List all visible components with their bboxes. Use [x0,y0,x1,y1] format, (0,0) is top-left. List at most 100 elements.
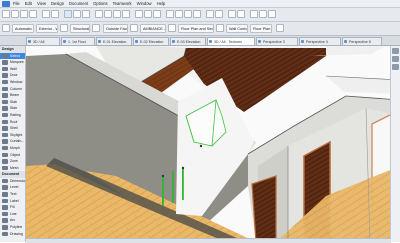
tool-object[interactable]: Object [0,152,25,159]
tool-zone[interactable]: Zone [0,158,25,165]
snap-icon[interactable] [113,10,121,18]
tool-marquee[interactable]: Marquee [0,59,25,66]
measure-icon[interactable] [237,10,245,18]
tool-curtain[interactable]: Curtain... [0,138,25,145]
tool-select[interactable]: Select [0,52,25,60]
zoom-in-icon[interactable] [166,10,174,18]
floor-plan-and-section-label[interactable]: Floor Plan and Section... [178,24,214,33]
beam-tool-icon [2,93,8,98]
trace-icon[interactable] [228,10,236,18]
geometry-method-icon[interactable] [60,24,68,32]
redo-icon[interactable] [51,10,59,18]
3d-viewport[interactable] [26,46,400,242]
layers-palette-icon[interactable] [392,56,399,62]
teamwork-icon[interactable] [215,10,223,18]
reference-line-location[interactable]: Outside Face [103,24,128,33]
tool-line[interactable]: Line [0,211,25,218]
eye-icon[interactable] [168,24,176,32]
fill-tool-icon [2,205,8,210]
tool-stair[interactable]: Stair [0,105,25,112]
tool-railing[interactable]: Railing [0,112,25,119]
pen-set-icon[interactable] [250,10,258,18]
menu-teamwork[interactable]: Teamwork [113,0,132,7]
tab-elevation-e03[interactable]: E-03 Elevation [170,37,206,45]
marquee-tool-icon[interactable] [73,10,81,18]
arrow-tool-icon[interactable] [64,10,72,18]
tab-1st-floor[interactable]: 1. 1st Floor [61,37,95,45]
tool-roof[interactable]: Roof [0,119,25,126]
undo-icon[interactable] [42,10,50,18]
tab-perspective-4[interactable]: Perspective 4 [299,37,341,45]
fit-in-window-icon[interactable] [184,10,192,18]
menu-edit[interactable]: Edit [25,0,32,7]
navigator-icon[interactable] [392,48,399,54]
tool-label: Roof [10,119,18,124]
status-bar [26,238,391,243]
menu-document[interactable]: Document [69,0,88,7]
tool-text[interactable]: Text [0,191,25,198]
save-icon[interactable] [20,10,28,18]
section-icon[interactable] [144,10,152,18]
tool-dimension[interactable]: Dimension [0,178,25,185]
floor-field[interactable]: Automatic Floor [12,24,34,33]
wall-type-field[interactable]: Exterior - Wood [36,24,58,33]
tool-wall[interactable]: Wall [0,66,25,73]
composite-icon[interactable] [130,24,138,32]
print-icon[interactable] [29,10,37,18]
menu-help[interactable]: Help [157,0,166,7]
tool-level[interactable]: Level [0,184,25,191]
tool-arc[interactable]: Arc [0,217,25,224]
model-view-icon[interactable] [259,10,267,18]
tool-mesh[interactable]: Mesh [0,165,25,172]
floor-plan-field[interactable]: Floor Plan [250,24,272,33]
zoom-out-icon[interactable] [175,10,183,18]
guide-line-icon[interactable] [122,10,130,18]
layer-field[interactable]: AMBIANCE - Wall [140,24,166,33]
render-icon[interactable] [206,10,214,18]
tab-elevation-e02[interactable]: E-02 Elevation [133,37,169,45]
tool-morph[interactable]: Morph [0,145,25,152]
tool-drawing[interactable]: Drawing [0,231,25,238]
open-file-icon[interactable] [11,10,19,18]
tab-perspective-5[interactable]: Perspective 5 [342,37,382,45]
tab-3d-all[interactable]: 3D / All [26,37,60,45]
favorites-icon[interactable] [276,24,284,32]
tool-door[interactable]: Door [0,72,25,79]
tool-window[interactable]: Window [0,79,25,86]
tool-slab[interactable]: Slab [0,99,25,106]
tab-3d-textures[interactable]: 3D / All - Textures [207,37,255,45]
tool-label[interactable]: Label [0,198,25,205]
tool-polyline[interactable]: Polyline [0,224,25,231]
curtain-tool-icon [2,139,8,144]
menu-view[interactable]: View [37,0,46,7]
marquee-tool-icon [2,60,8,65]
properties-icon[interactable] [392,64,399,70]
grid-icon[interactable] [104,10,112,18]
magic-wand-icon[interactable] [82,10,90,18]
menu-file[interactable]: File [13,0,20,7]
tool-shell[interactable]: Shell [0,125,25,132]
menu-options[interactable]: Options [93,0,107,7]
wall-contours-field[interactable]: Wall Contours [226,24,248,33]
tool-skylight[interactable]: Skylight [0,132,25,139]
tool-label: Skylight [10,132,23,137]
layers-icon[interactable] [95,10,103,18]
tab-elevation-e01[interactable]: E-01 Elevation [96,37,132,45]
reference-line-icon[interactable] [92,24,100,32]
tool-fill[interactable]: Fill [0,204,25,211]
3d-view-icon[interactable] [135,10,143,18]
new-file-icon[interactable] [2,10,10,18]
wall-contours-icon[interactable] [216,24,224,32]
structural-function-label[interactable]: Structural [70,24,90,33]
tool-beam[interactable]: Beam [0,92,25,99]
graphic-override-icon[interactable] [268,10,276,18]
orbit-icon[interactable] [193,10,201,18]
tab-perspective-3[interactable]: Perspective 3 [256,37,298,45]
wall-settings-icon[interactable] [2,24,10,32]
menu-design[interactable]: Design [51,0,64,7]
tool-column[interactable]: Column [0,86,25,93]
elevation-icon[interactable] [153,10,161,18]
tool-label: Railing [10,112,21,117]
line-tool-icon [2,211,8,217]
menu-window[interactable]: Window [137,0,152,7]
